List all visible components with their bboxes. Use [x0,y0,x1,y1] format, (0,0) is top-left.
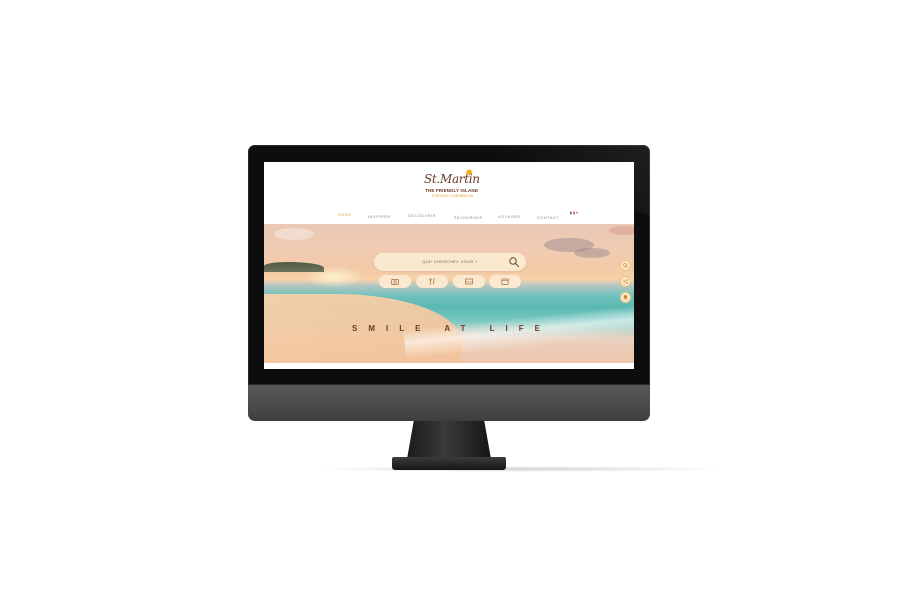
camera-icon [391,279,399,285]
monitor-chin [248,385,650,421]
calendar-icon [501,278,509,285]
side-search-button[interactable] [620,260,631,271]
share-icon [623,279,628,284]
mockup-stage: St.Martin ✹ THE FRIENDLY ISLAND FRENCH C… [0,0,900,600]
nav-item-home[interactable]: HOME [338,213,352,217]
logo-subline: FRENCH CARIBBEAN [432,194,474,198]
search-input[interactable]: QUE CHERCHEZ VOUS ? [374,253,526,271]
category-button-lodging[interactable] [453,275,485,288]
hero-island [264,262,324,272]
stand-shadow [310,466,730,472]
category-button-events[interactable] [489,275,521,288]
monitor-stand-foot [392,457,506,470]
monitor-bezel: St.Martin ✹ THE FRIENDLY ISLAND FRENCH C… [248,145,650,385]
bed-icon [465,278,473,285]
hero-banner: QUE CHERCHEZ VOUS ? SMILE AT LIFE [264,224,634,363]
website-screen: St.Martin ✹ THE FRIENDLY ISLAND FRENCH C… [264,162,634,369]
search-icon [623,263,628,268]
side-location-button[interactable] [620,292,631,303]
hero-cloud [574,248,610,258]
logo-tagline: THE FRIENDLY ISLAND [425,188,479,193]
location-icon [623,295,628,300]
category-button-photo[interactable] [379,275,411,288]
search-placeholder: QUE CHERCHEZ VOUS ? [422,259,478,264]
side-share-button[interactable] [620,276,631,287]
search-icon[interactable] [508,256,520,268]
nav-item-sejourner[interactable]: SÉJOURNER [454,216,483,220]
nav-item-voyager[interactable]: VOYAGER [498,215,521,219]
monitor-stand-neck [407,421,491,459]
nav-item-inspirer[interactable]: INSPIRER [368,215,391,219]
category-button-restaurant[interactable] [416,275,448,288]
site-logo[interactable]: St.Martin ✹ THE FRIENDLY ISLAND FRENCH C… [421,168,481,200]
nav-item-decouvrir[interactable]: DÉCOUVRIR [408,214,436,218]
hero-cloud [609,226,634,235]
page-bottom-strip [264,363,634,369]
nav-item-contact[interactable]: CONTACT [537,216,559,220]
monitor: St.Martin ✹ THE FRIENDLY ISLAND FRENCH C… [248,145,650,421]
hero-slogan: SMILE AT LIFE [352,324,551,333]
restaurant-icon [429,278,435,285]
sun-icon: ✹ [465,168,474,179]
site-header: St.Martin ✹ THE FRIENDLY ISLAND FRENCH C… [264,162,634,224]
hero-cloud [274,228,314,240]
